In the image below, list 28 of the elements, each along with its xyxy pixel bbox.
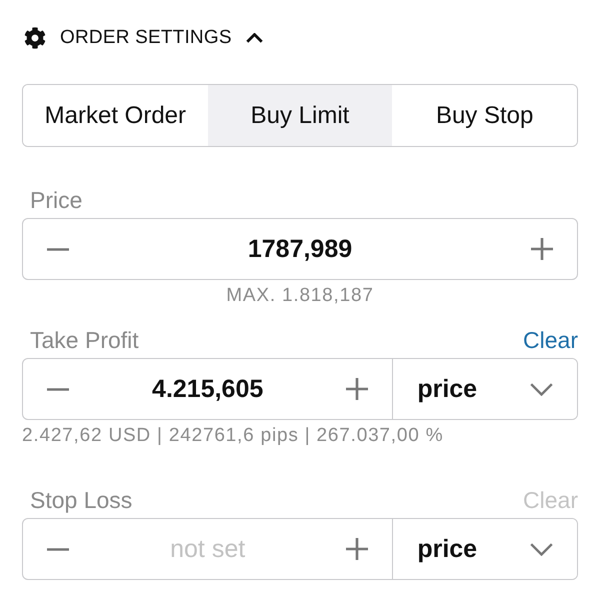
minus-icon — [47, 248, 69, 250]
order-settings-toggle[interactable]: ORDER SETTINGS — [22, 24, 263, 52]
chevron-down-icon — [530, 382, 553, 396]
input-group[interactable]: 1787,989 — [22, 218, 578, 280]
input-group[interactable]: 4.215,605 price — [22, 358, 578, 420]
value-input[interactable]: 1787,989 — [77, 232, 523, 266]
field-label: Take Profit — [30, 326, 139, 354]
field-note: MAX. 1.818,187 — [225, 286, 375, 306]
chevron-down-icon — [530, 542, 553, 556]
increase-button[interactable] — [346, 378, 368, 400]
increase-button[interactable] — [531, 238, 553, 260]
field-note: 2.427,62 USD | 242761,6 pips | 267.037,00 % — [22, 426, 444, 446]
unit-select[interactable]: price — [392, 519, 577, 579]
minus-icon — [47, 388, 69, 390]
plus-icon — [346, 378, 368, 400]
field-label: Price — [30, 186, 82, 214]
field-label: Stop Loss — [30, 486, 132, 514]
settings-icon — [24, 27, 46, 49]
increase-button[interactable] — [346, 538, 368, 560]
value-input[interactable]: 4.215,605 — [77, 372, 338, 406]
unit-select[interactable]: price — [392, 359, 577, 419]
plus-icon — [346, 538, 368, 560]
minus-icon — [47, 548, 69, 550]
order-type-tab[interactable]: Buy Limit — [208, 85, 392, 146]
input-group[interactable]: not set price — [22, 518, 578, 580]
value-input[interactable]: not set — [77, 532, 338, 566]
plus-icon — [531, 238, 553, 260]
clear-button[interactable]: Clear — [523, 326, 578, 354]
